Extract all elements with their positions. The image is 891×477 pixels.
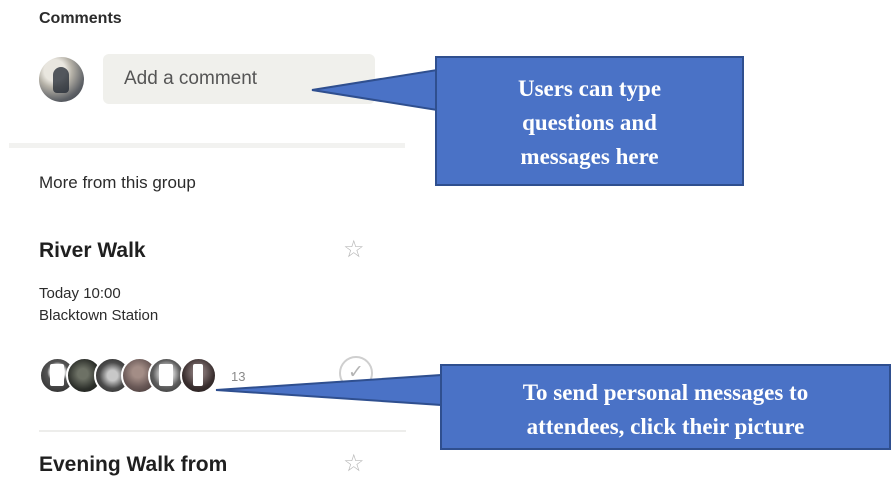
section-divider (9, 143, 405, 148)
callout-text-line: questions and (522, 110, 657, 135)
comments-heading: Comments (39, 10, 122, 27)
attendee-avatar[interactable] (180, 357, 217, 394)
callout-text-line: Users can type (517, 76, 662, 101)
checkmark-icon: ✓ (348, 362, 364, 383)
rsvp-check-button[interactable]: ✓ (339, 356, 373, 390)
attendee-callout: To send personal messages to attendees, … (440, 364, 891, 450)
attendee-callout-pointer (215, 373, 443, 407)
event-time: Today 10:00 (39, 285, 121, 302)
attendee-count: 13 (231, 369, 246, 384)
star-outline-icon[interactable]: ☆ (343, 238, 365, 262)
photo-highlight (159, 364, 173, 386)
callout-text-line: messages here (520, 144, 659, 169)
event-divider (39, 430, 406, 432)
callout-text-line: To send personal messages to (522, 380, 809, 405)
add-comment-input[interactable] (103, 54, 375, 104)
event-title[interactable]: Evening Walk from (39, 453, 227, 477)
event-location: Blacktown Station (39, 307, 159, 324)
more-from-group-heading: More from this group (39, 173, 196, 192)
photo-highlight (50, 364, 64, 386)
photo-highlight (193, 364, 203, 386)
event-title[interactable]: River Walk (39, 239, 146, 263)
comment-callout: Users can type questions and messages he… (435, 56, 744, 186)
callout-text-line: attendees, click their picture (526, 414, 805, 439)
star-outline-icon[interactable]: ☆ (343, 452, 365, 476)
current-user-avatar (39, 57, 84, 102)
